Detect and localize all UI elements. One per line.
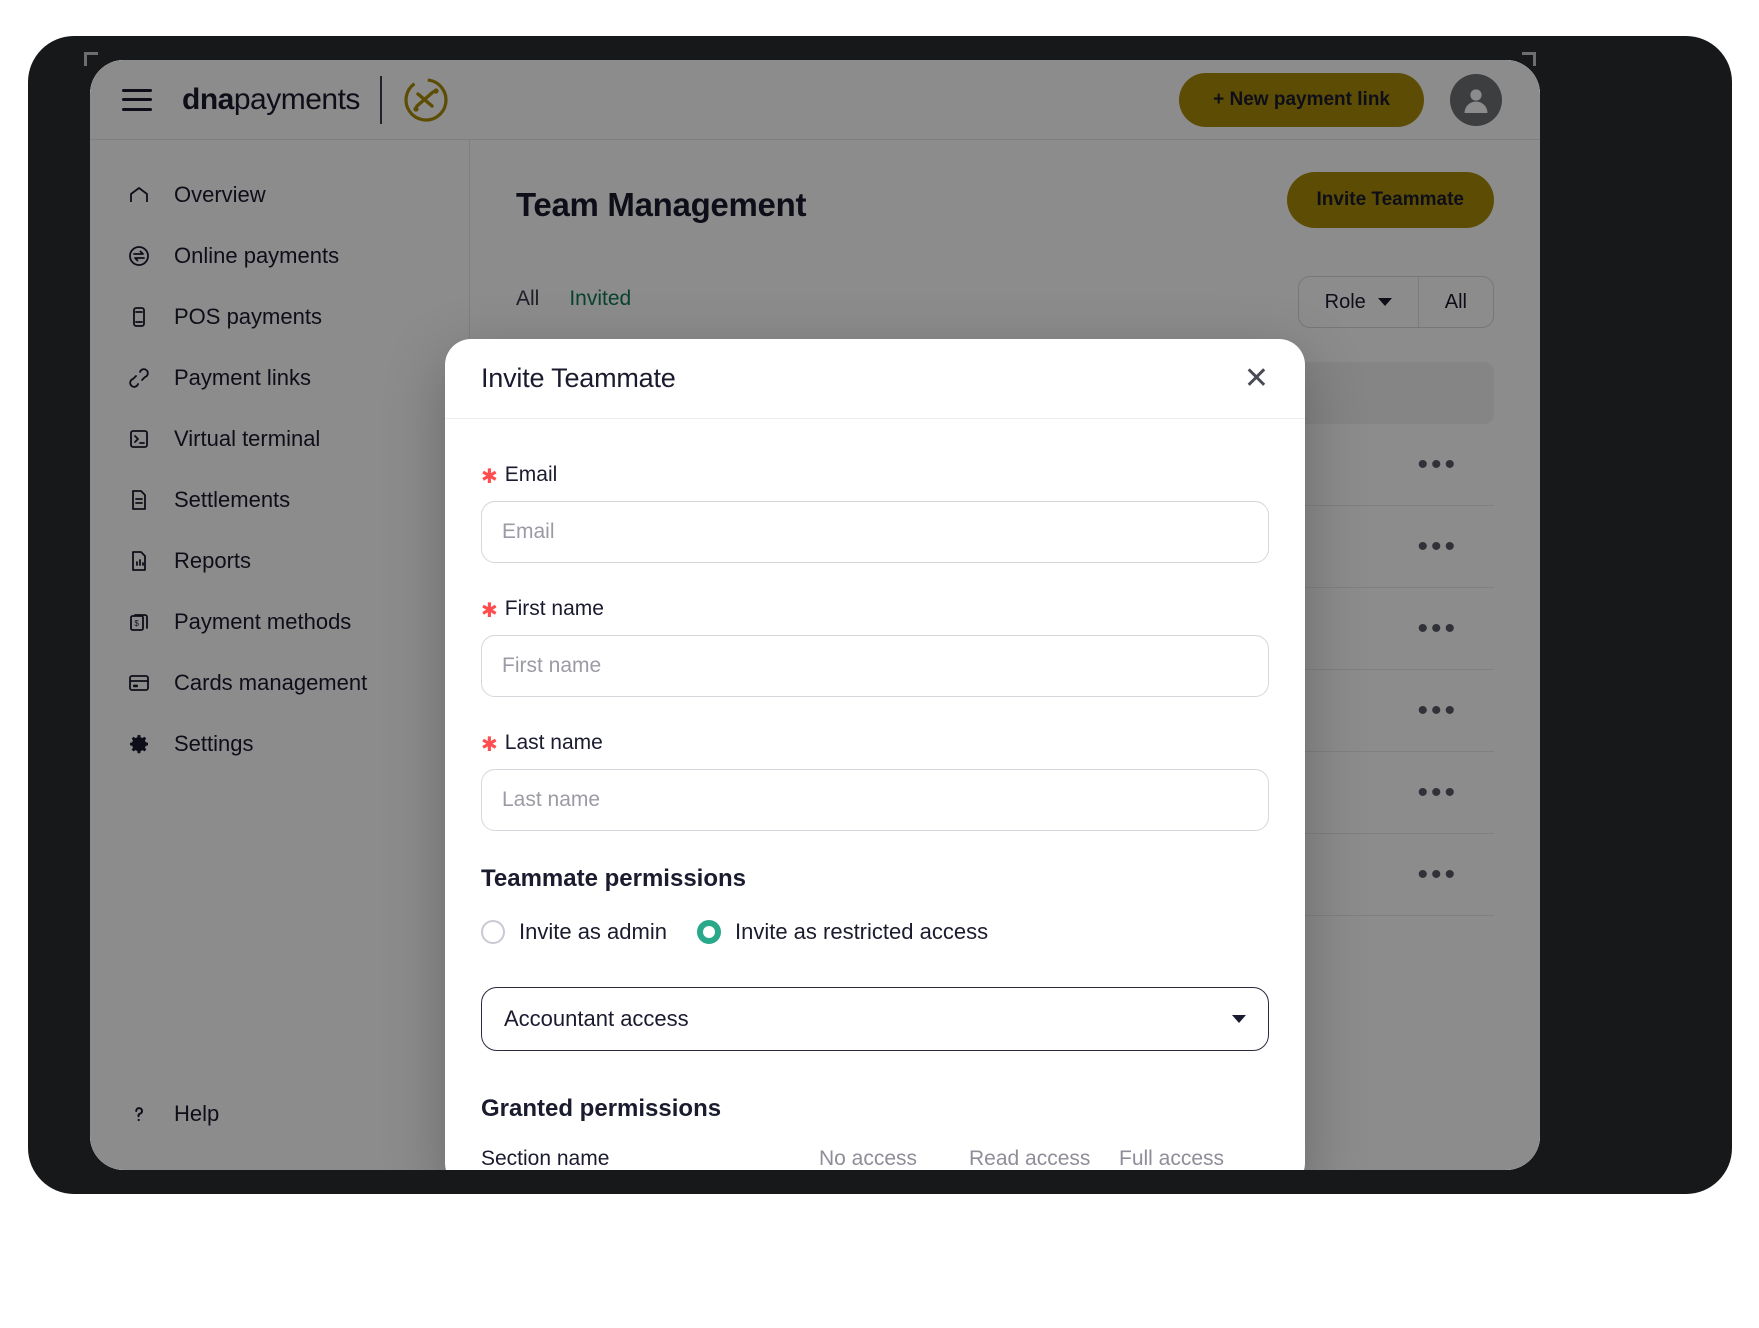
modal-title: Invite Teammate: [481, 363, 676, 393]
granted-permissions-heading: Granted permissions: [481, 1095, 722, 1122]
column-header-full-access: Full access: [1119, 1147, 1225, 1170]
modal-body: ✱ Email ✱ First name: [445, 419, 1305, 1170]
radio-invite-as-admin[interactable]: Invite as admin: [481, 919, 667, 945]
email-field-group: ✱ Email: [481, 463, 1269, 563]
access-role-select[interactable]: Accountant access: [481, 987, 1269, 1051]
teammate-permissions-heading: Teammate permissions: [481, 865, 746, 892]
column-header-no-access: No access: [819, 1147, 918, 1170]
last-name-input[interactable]: [481, 769, 1269, 831]
last-name-label-text: Last name: [504, 731, 603, 754]
first-name-field-label: ✱ First name: [481, 597, 1269, 621]
required-asterisk-icon: ✱: [481, 466, 498, 488]
radio-invite-as-restricted-access[interactable]: Invite as restricted access: [696, 919, 989, 945]
dropdown-caret-icon: [1232, 1015, 1246, 1023]
radio-label: Invite as restricted access: [734, 919, 989, 944]
last-name-field-group: ✱ Last name: [481, 731, 1269, 831]
first-name-input[interactable]: [481, 635, 1269, 697]
permission-type-radio-group: Invite as admin Invite as restricted acc…: [481, 919, 1269, 945]
column-header-section-name: Section name: [481, 1147, 610, 1170]
app-window: dnapayments + New payment link Overview …: [90, 60, 1540, 1170]
required-asterisk-icon: ✱: [481, 734, 498, 756]
last-name-field-label: ✱ Last name: [481, 731, 1269, 755]
access-role-value: Accountant access: [504, 1006, 689, 1031]
first-name-field-group: ✱ First name: [481, 597, 1269, 697]
modal-header: Invite Teammate ✕: [445, 339, 1305, 419]
email-label-text: Email: [504, 463, 558, 486]
granted-permissions-table-header: Section name No access Read access Full …: [481, 1147, 1269, 1170]
column-header-read-access: Read access: [969, 1147, 1091, 1170]
email-field-label: ✱ Email: [481, 463, 1269, 487]
invite-teammate-modal: Invite Teammate ✕ ✱ Email ✱ F: [445, 339, 1305, 1170]
close-icon[interactable]: ✕: [1244, 363, 1269, 394]
first-name-label-text: First name: [504, 597, 604, 620]
device-screen: dnapayments + New payment link Overview …: [90, 60, 1540, 1170]
radio-label: Invite as admin: [519, 919, 667, 944]
required-asterisk-icon: ✱: [481, 600, 498, 622]
device-frame: dnapayments + New payment link Overview …: [28, 36, 1732, 1194]
radio-button-icon: [481, 920, 505, 944]
email-input[interactable]: [481, 501, 1269, 563]
radio-button-selected-icon: [696, 920, 721, 944]
corner-tick-top-right: [1522, 52, 1536, 66]
corner-tick-top-left: [84, 52, 98, 66]
